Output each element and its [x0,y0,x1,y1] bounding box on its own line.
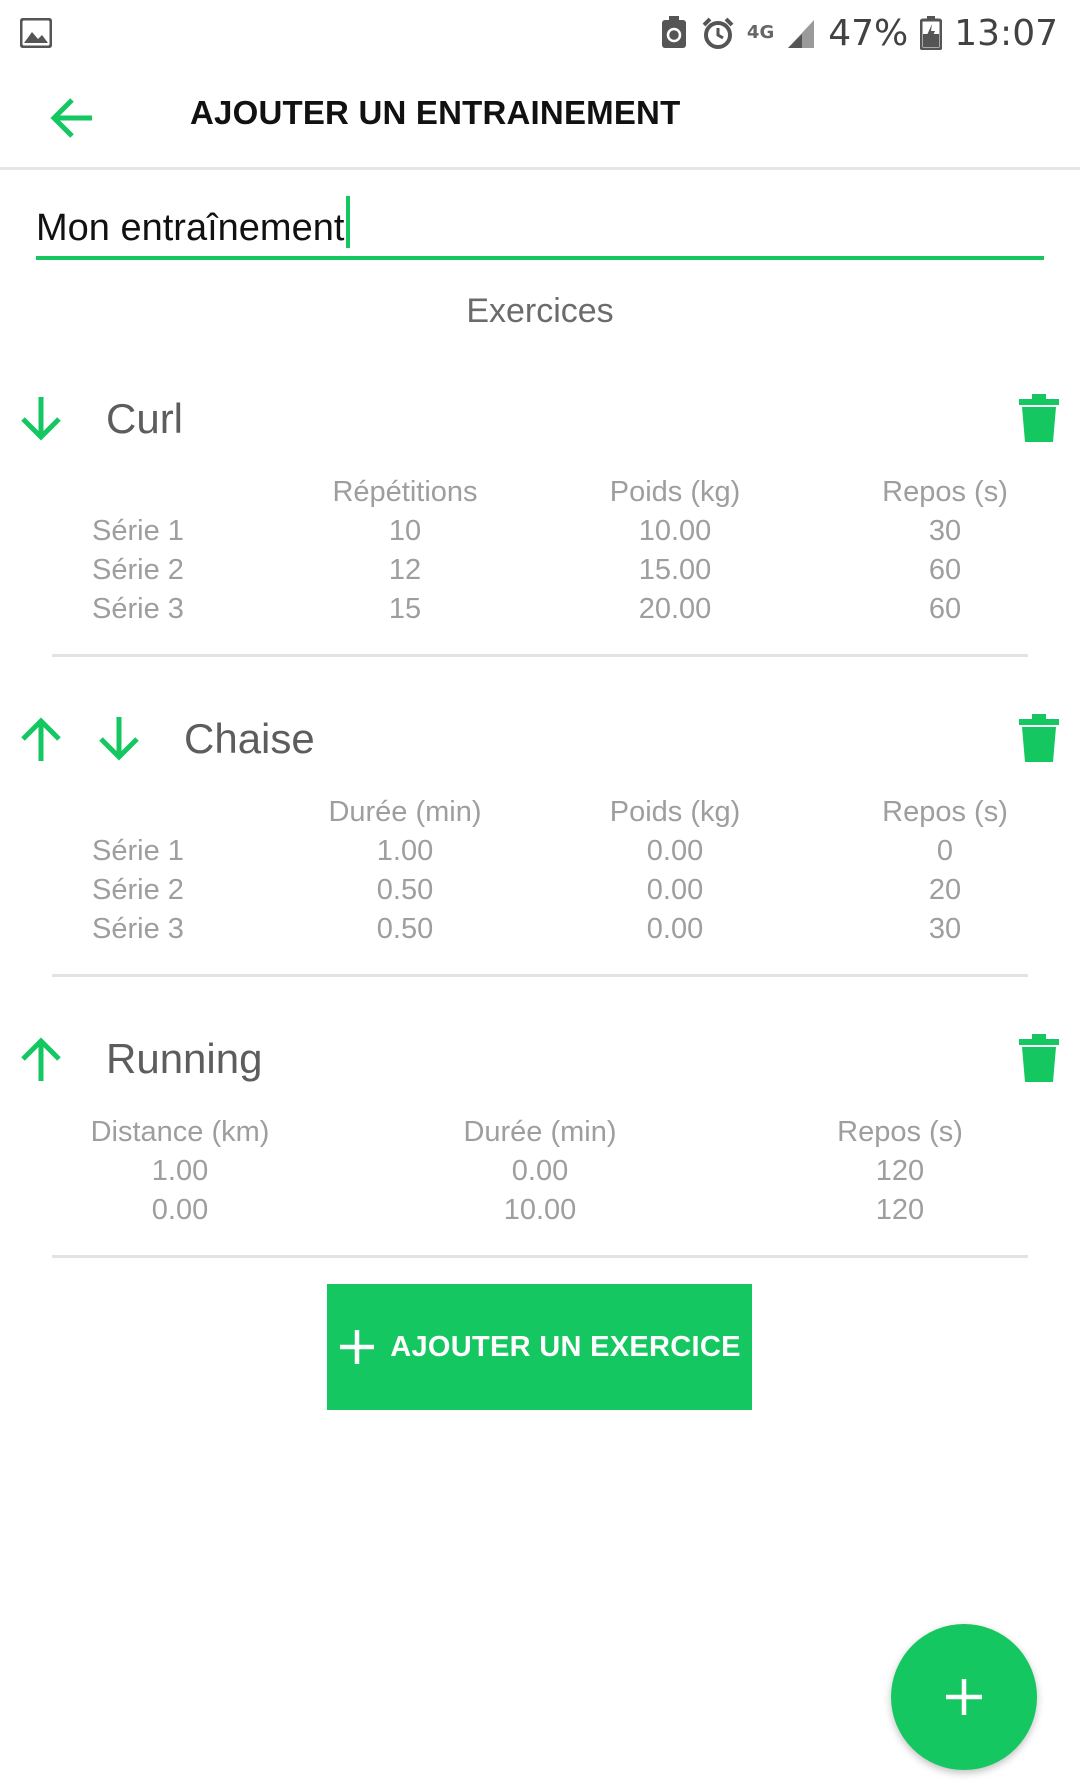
set-value: 0.50 [376,913,434,945]
arrow-up-icon [21,1037,61,1081]
set-value: 10 [388,515,422,547]
column-header: Repos (s) [837,1116,963,1148]
add-exercise-label: AJOUTER UN EXERCICE [390,1330,741,1363]
arrow-down-icon [21,397,61,441]
battery-charging-icon [920,16,943,50]
divider [52,1255,1028,1258]
move-down-button[interactable] [94,712,144,766]
set-value: 30 [928,913,962,945]
column-header: Poids (kg) [609,796,741,828]
workout-name-input[interactable]: Mon entraînement [36,196,1044,260]
column-header: Repos (s) [882,796,1008,828]
signal-icon [788,20,815,48]
column-header: Poids (kg) [609,476,741,508]
arrow-left-icon [50,98,92,138]
status-bar: 4G 47% 13:07 [0,0,1080,66]
set-value: 120 [875,1155,925,1187]
move-up-button[interactable] [16,712,66,766]
divider [52,654,1028,657]
workout-name-value[interactable]: Mon entraînement [36,198,344,258]
move-down-button[interactable] [16,392,66,446]
set-value: 0.00 [511,1155,569,1187]
back-button[interactable] [44,92,100,144]
trash-icon [1019,394,1059,442]
set-value: 0.00 [646,835,704,867]
set-value: 0.00 [646,874,704,906]
app-bar: AJOUTER UN ENTRAINEMENT [0,66,1080,170]
set-label: Série 3 [92,913,184,945]
exercise-name: Running [106,1035,263,1082]
page-title: AJOUTER UN ENTRAINEMENT [190,94,681,131]
arrow-down-icon [99,717,139,761]
set-value: 0.00 [646,913,704,945]
set-value: 1.00 [376,835,434,867]
set-value: 20 [928,874,962,906]
set-value: 60 [928,593,962,625]
set-label: Série 1 [92,835,184,867]
fab-add-button[interactable] [891,1624,1037,1770]
move-up-button[interactable] [16,1032,66,1086]
set-value: 1.00 [151,1155,209,1187]
trash-icon [1019,714,1059,762]
divider [52,974,1028,977]
battery-percent: 47% [828,12,909,54]
status-icons: 4G 47% 13:07 [659,8,1058,58]
column-header: Repos (s) [882,476,1008,508]
set-value: 10.00 [503,1194,577,1226]
column-header: Durée (min) [463,1116,617,1148]
alarm-icon [702,17,734,49]
exercises-section-label: Exercices [466,292,614,330]
arrow-up-icon [21,717,61,761]
set-value: 15.00 [638,554,712,586]
delete-exercise-button[interactable] [1018,1032,1060,1084]
plus-icon [340,1330,375,1364]
set-value: 0.50 [376,874,434,906]
text-caret [346,196,351,248]
exercise-name: Curl [106,395,184,442]
clock: 13:07 [954,12,1058,54]
gallery-icon [20,18,52,48]
column-header: Distance (km) [90,1116,270,1148]
set-value: 12 [388,554,422,586]
set-value: 15 [388,593,422,625]
set-value: 10.00 [638,515,712,547]
set-value: 20.00 [638,593,712,625]
network-4g-icon: 4G [746,22,775,43]
delete-exercise-button[interactable] [1018,712,1060,764]
sync-icon [661,16,686,48]
set-label: Série 1 [92,515,184,547]
set-label: Série 2 [92,554,184,586]
plus-icon [946,1679,982,1715]
set-value: 120 [875,1194,925,1226]
column-header: Durée (min) [328,796,482,828]
set-value: 60 [928,554,962,586]
set-value: 30 [928,515,962,547]
delete-exercise-button[interactable] [1018,392,1060,444]
set-value: 0 [936,835,954,867]
set-value: 0.00 [151,1194,209,1226]
column-header: Répétitions [332,476,478,508]
set-label: Série 3 [92,593,184,625]
set-label: Série 2 [92,874,184,906]
exercise-name: Chaise [184,715,315,762]
trash-icon [1019,1034,1059,1082]
add-exercise-button[interactable]: AJOUTER UN EXERCICE [327,1284,752,1410]
